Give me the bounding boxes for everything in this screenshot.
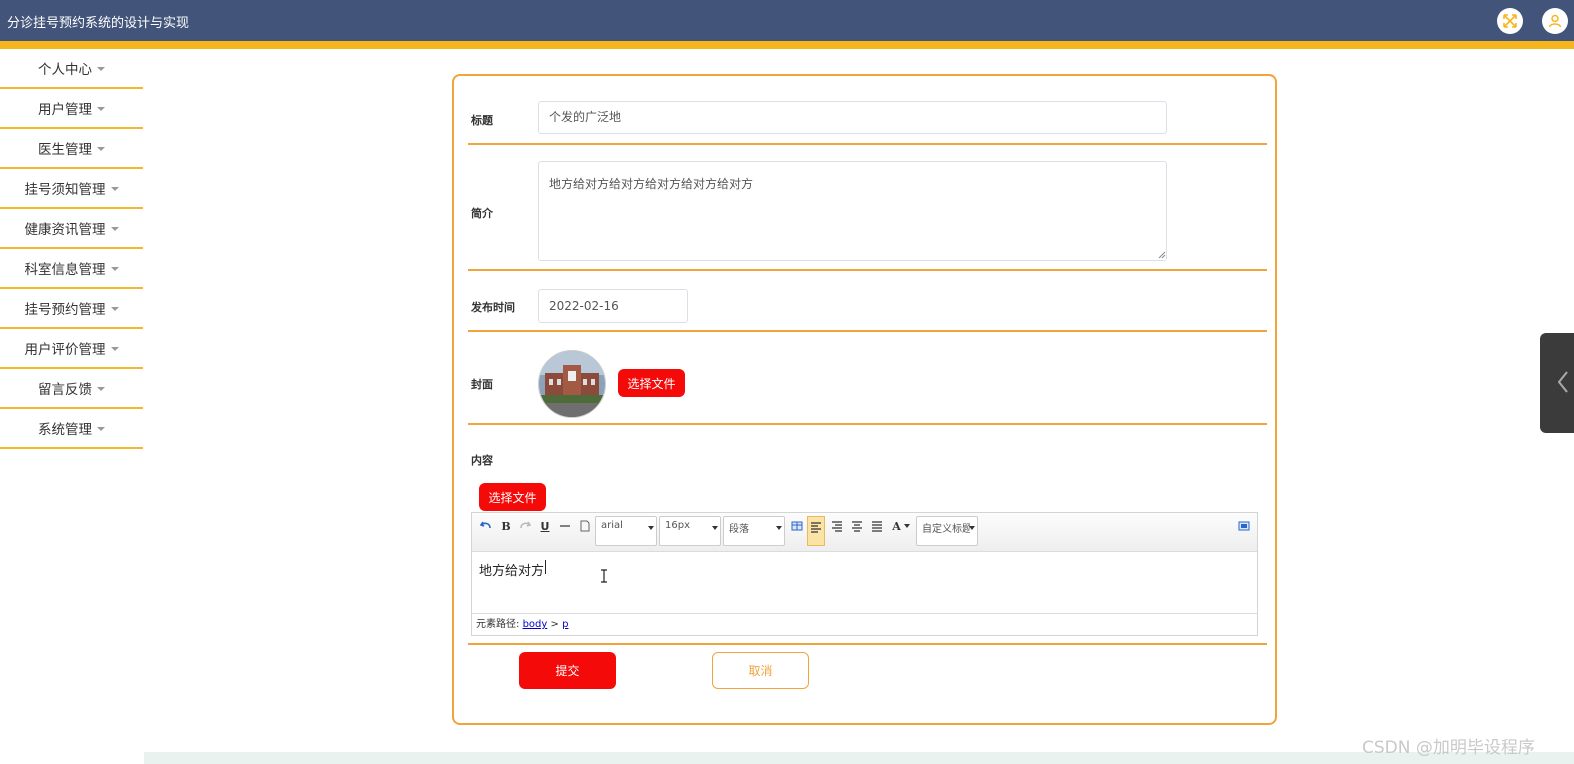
cover-image [538, 350, 606, 418]
font-family-value: arial [601, 520, 623, 531]
cover-choose-file-button[interactable]: 选择文件 [618, 369, 685, 397]
preview-icon[interactable] [1236, 517, 1252, 535]
align-left-icon[interactable] [807, 516, 825, 546]
chevron-left-icon [1558, 371, 1568, 393]
divider [468, 269, 1267, 271]
undo-icon[interactable] [478, 517, 494, 535]
content-label: 内容 [471, 454, 493, 467]
divider [468, 423, 1267, 425]
sidebar: 个人中心 用户管理 医生管理 挂号须知管理 健康资讯管理 科室信息管理 挂号预约… [0, 49, 143, 449]
rich-text-editor: B U arial 16px 段落 A 自定义标题 地方给对方 元素路径: bo… [471, 512, 1258, 636]
paragraph-value: 段落 [729, 524, 749, 535]
editor-toolbar: B U arial 16px 段落 A 自定义标题 [472, 513, 1257, 552]
sidebar-item-label: 挂号须知管理 [24, 182, 106, 198]
page-icon[interactable] [577, 517, 593, 535]
footer-strip [144, 752, 1574, 764]
caret-down-icon [97, 67, 105, 71]
font-color-icon[interactable]: A [889, 517, 913, 535]
bold-icon[interactable]: B [498, 517, 514, 535]
publish-date-input[interactable]: 2022-02-16 [538, 289, 688, 323]
custom-heading-value: 自定义标题 [922, 524, 970, 535]
sidebar-item-appointment[interactable]: 挂号预约管理 [0, 289, 143, 329]
align-center-icon[interactable] [849, 517, 865, 535]
dropdown-arrow-icon [776, 526, 782, 530]
sidebar-item-label: 挂号预约管理 [24, 302, 106, 318]
align-right-icon[interactable] [829, 517, 845, 535]
editor-content[interactable]: 地方给对方 [479, 560, 544, 579]
top-header: 分诊挂号预约系统的设计与实现 [0, 0, 1574, 41]
publish-date-label: 发布时间 [471, 301, 515, 314]
redo-icon[interactable] [517, 517, 533, 535]
caret-down-icon [110, 227, 119, 231]
divider [468, 143, 1267, 145]
cancel-button[interactable]: 取消 [712, 652, 809, 689]
underline-icon[interactable]: U [537, 517, 553, 535]
caret-down-icon [97, 107, 105, 111]
caret-down-icon [97, 387, 105, 391]
intro-label: 简介 [471, 207, 493, 220]
resize-handle-icon[interactable] [1158, 251, 1166, 259]
sidebar-item-label: 留言反馈 [38, 382, 92, 398]
watermark-text: CSDN @加明毕设程序 [1362, 738, 1535, 758]
caret-down-icon [110, 307, 119, 311]
dropdown-arrow-icon [648, 526, 654, 530]
caret-down-icon [97, 147, 105, 151]
user-icon [1548, 14, 1562, 28]
editor-statusbar: 元素路径: body > p [472, 613, 1257, 635]
divider [468, 330, 1267, 332]
sidebar-item-personal-center[interactable]: 个人中心 [0, 49, 143, 89]
caret-down-icon [110, 187, 119, 191]
cover-photo-image [539, 351, 605, 417]
caret-down-icon [110, 347, 119, 351]
sidebar-item-department-info[interactable]: 科室信息管理 [0, 249, 143, 289]
sidebar-item-feedback[interactable]: 留言反馈 [0, 369, 143, 409]
submit-button[interactable]: 提交 [519, 652, 616, 689]
app-title: 分诊挂号预约系统的设计与实现 [7, 16, 190, 31]
paragraph-select[interactable]: 段落 [723, 516, 785, 546]
side-panel-toggle[interactable] [1540, 333, 1574, 433]
user-button[interactable] [1542, 8, 1568, 34]
caret-down-icon [110, 267, 119, 271]
edit-form-card: 标题 个发的广泛地 简介 地方给对方给对方给对方给对方给对方 发布时间 2022… [452, 74, 1277, 725]
fullscreen-button[interactable] [1497, 8, 1523, 34]
cover-label: 封面 [471, 378, 493, 391]
caret-down-icon [97, 427, 105, 431]
horizontal-rule-icon[interactable] [557, 517, 573, 535]
sidebar-item-system-management[interactable]: 系统管理 [0, 409, 143, 449]
sidebar-item-label: 医生管理 [38, 142, 92, 158]
sidebar-item-label: 用户评价管理 [24, 342, 106, 358]
sidebar-item-registration-notice[interactable]: 挂号须知管理 [0, 169, 143, 209]
sidebar-item-user-management[interactable]: 用户管理 [0, 89, 143, 129]
element-path-label: 元素路径: [476, 619, 520, 630]
intro-textarea[interactable]: 地方给对方给对方给对方给对方给对方 [538, 161, 1167, 261]
divider [468, 643, 1267, 645]
sidebar-item-label: 系统管理 [38, 422, 92, 438]
font-size-value: 16px [665, 520, 690, 531]
sidebar-item-user-review[interactable]: 用户评价管理 [0, 329, 143, 369]
element-path-body-link[interactable]: body [523, 619, 548, 630]
text-caret [545, 560, 546, 574]
title-label: 标题 [471, 114, 493, 127]
align-justify-icon[interactable] [869, 517, 885, 535]
element-path-separator: > [550, 619, 559, 630]
sidebar-item-health-news[interactable]: 健康资讯管理 [0, 209, 143, 249]
sidebar-item-label: 个人中心 [38, 62, 92, 78]
font-family-select[interactable]: arial [595, 516, 657, 546]
dropdown-arrow-icon [712, 526, 718, 530]
custom-heading-select[interactable]: 自定义标题 [916, 516, 978, 546]
table-icon[interactable] [789, 517, 805, 535]
sidebar-item-label: 科室信息管理 [24, 262, 106, 278]
font-size-select[interactable]: 16px [659, 516, 721, 546]
text-cursor-icon [601, 569, 607, 583]
dropdown-arrow-icon [969, 526, 975, 530]
title-input[interactable]: 个发的广泛地 [538, 101, 1167, 134]
element-path-p-link[interactable]: p [562, 619, 568, 630]
sidebar-item-label: 用户管理 [38, 102, 92, 118]
fullscreen-icon [1503, 14, 1517, 28]
sidebar-item-label: 健康资讯管理 [24, 222, 106, 238]
content-choose-file-button[interactable]: 选择文件 [479, 483, 546, 511]
accent-bar [0, 41, 1574, 49]
sidebar-item-doctor-management[interactable]: 医生管理 [0, 129, 143, 169]
